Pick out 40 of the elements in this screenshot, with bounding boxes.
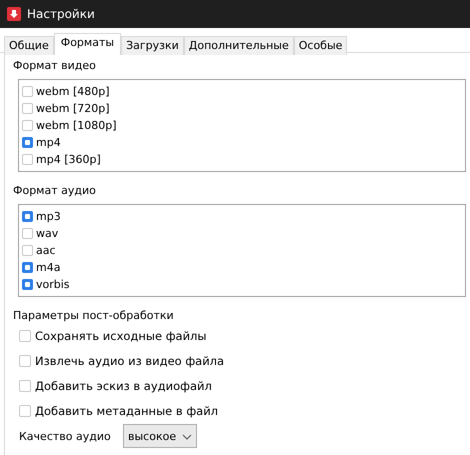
checkbox[interactable]	[19, 354, 31, 366]
list-item[interactable]: mp4 [360p]	[36, 153, 101, 166]
checkbox[interactable]	[22, 103, 33, 114]
quality-dropdown[interactable]: высокое	[123, 424, 197, 448]
checkbox[interactable]	[22, 86, 33, 97]
window-title: Настройки	[27, 7, 95, 21]
list-item[interactable]: webm [1080p]	[36, 119, 117, 132]
list-item[interactable]: m4a	[36, 261, 60, 274]
list-item[interactable]: webm [720p]	[36, 102, 110, 115]
checkbox[interactable]	[22, 211, 33, 222]
checkbox[interactable]	[19, 380, 31, 392]
section-label: Параметры пост-обработки	[13, 309, 175, 323]
section-label: Формат видео	[13, 59, 97, 73]
checkbox-label: Извлечь аудио из видео файла	[35, 354, 224, 368]
list-item[interactable]: wav	[36, 227, 58, 240]
checkbox[interactable]	[19, 330, 31, 342]
checkbox[interactable]	[22, 154, 33, 165]
list-item[interactable]: webm [480p]	[36, 85, 110, 98]
checkbox-label: Добавить эскиз в аудиофайл	[35, 378, 212, 392]
checkbox[interactable]	[22, 245, 33, 256]
list-item[interactable]: mp4	[36, 136, 61, 149]
tab[interactable]: Дополнительные	[184, 36, 294, 55]
download-icon	[7, 7, 21, 21]
checkbox[interactable]	[22, 137, 33, 148]
checkbox[interactable]	[22, 279, 33, 290]
tab[interactable]: Особые	[294, 36, 348, 55]
list-item[interactable]: mp3	[36, 210, 61, 223]
list-item[interactable]: aac	[36, 244, 56, 257]
tab[interactable]: Форматы	[54, 33, 122, 55]
checkbox-label: Добавить метаданные в файл	[35, 404, 218, 418]
tab[interactable]: Общие	[4, 36, 54, 55]
checkbox[interactable]	[22, 262, 33, 273]
tab[interactable]: Загрузки	[121, 36, 184, 55]
checkbox-label: Сохранять исходные файлы	[35, 328, 206, 342]
field-label: Качество аудио	[19, 430, 112, 442]
checkbox[interactable]	[22, 228, 33, 239]
section-label: Формат аудио	[13, 184, 97, 198]
checkbox[interactable]	[22, 120, 33, 131]
checkbox[interactable]	[19, 404, 31, 416]
list-item[interactable]: vorbis	[36, 278, 70, 291]
